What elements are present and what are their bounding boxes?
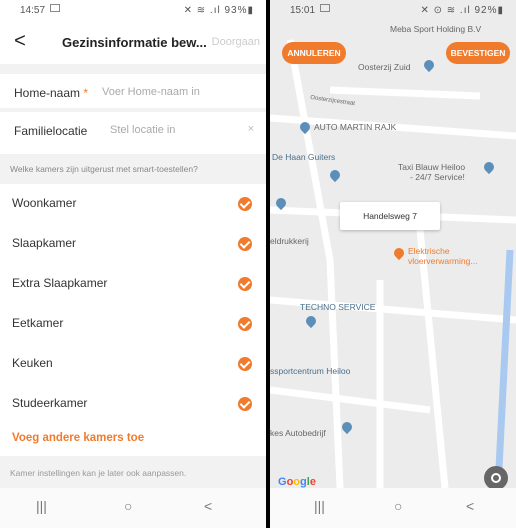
map-label-taxi-2: - 24/7 Service! <box>410 172 465 182</box>
map-label-elektrische-1: Elektrische <box>408 246 450 256</box>
screen-header: < Gezinsinformatie bew... Doorgaan <box>0 24 266 60</box>
family-location-label: Familielocatie <box>14 124 88 138</box>
status-bar: 15:01 ✕ ⊙ ≋ .ıl 92%▮ <box>270 0 516 22</box>
android-nav-bar: ||| ○ < <box>0 488 266 528</box>
map-view[interactable]: Meba Sport Holding B.V Oosterzij Zuid Oo… <box>270 0 516 488</box>
nav-back-button[interactable]: < <box>466 498 474 514</box>
room-item-studeerkamer[interactable]: Studeerkamer <box>0 384 266 424</box>
required-mark: * <box>83 86 89 100</box>
rooms-question-text: Welke kamers zijn uitgerust met smart-to… <box>10 164 198 174</box>
page-title: Gezinsinformatie bew... <box>62 35 207 50</box>
footer-note-band: Kamer instellingen kan je later ook aanp… <box>0 456 266 488</box>
section-divider <box>0 64 266 74</box>
nav-back-button[interactable]: < <box>204 498 212 514</box>
my-location-icon[interactable] <box>484 466 508 488</box>
room-item-extra-slaapkamer[interactable]: Extra Slaapkamer <box>0 264 266 304</box>
rooms-question: Welke kamers zijn uitgerust met smart-to… <box>0 154 266 184</box>
home-name-input[interactable]: Voer Home-naam in <box>102 86 200 98</box>
room-item-woonkamer[interactable]: Woonkamer <box>0 184 266 224</box>
map-label-elektrische-2: vloerverwarming... <box>408 256 478 266</box>
continue-button[interactable]: Doorgaan <box>212 36 260 48</box>
checkmark-icon[interactable] <box>238 317 252 331</box>
checkmark-icon[interactable] <box>238 197 252 211</box>
home-name-field[interactable]: Home-naam * Voer Home-naam in <box>0 74 266 108</box>
notification-icon <box>50 4 60 12</box>
room-item-eetkamer[interactable]: Eetkamer <box>0 304 266 344</box>
checkmark-icon[interactable] <box>238 277 252 291</box>
home-name-label: Home-naam * <box>14 86 89 100</box>
notification-icon <box>320 4 330 12</box>
family-info-screen: 14:57 ✕ ≋ .ıl 93%▮ < Gezinsinformatie be… <box>0 0 266 528</box>
map-label-auto-martin: AUTO MARTIN RAJK <box>314 122 397 132</box>
map-label-drukkerij: eldrukkerij <box>270 236 309 246</box>
home-button[interactable]: ○ <box>394 498 402 514</box>
room-name: Extra Slaapkamer <box>12 276 108 290</box>
clear-icon[interactable]: × <box>248 123 254 135</box>
location-picker-screen: Meba Sport Holding B.V Oosterzij Zuid Oo… <box>270 0 516 528</box>
room-name: Studeerkamer <box>12 396 88 410</box>
status-icons: ✕ ⊙ ≋ .ıl 92%▮ <box>420 5 504 16</box>
recents-button[interactable]: ||| <box>36 498 47 514</box>
map-label-de-haan: De Haan Guiters <box>272 152 336 162</box>
recents-button[interactable]: ||| <box>314 498 325 514</box>
add-rooms-link[interactable]: Voeg andere kamers toe <box>12 432 144 444</box>
map-label-autobedrijf: kes Autobedrijf <box>270 428 326 438</box>
status-bar: 14:57 ✕ ≋ .ıl 93%▮ <box>0 0 266 22</box>
checkmark-icon[interactable] <box>238 397 252 411</box>
map-label-meba: Meba Sport Holding B.V <box>390 24 482 34</box>
map-label-taxi-1: Taxi Blauw Heiloo <box>398 162 466 172</box>
checkmark-icon[interactable] <box>238 357 252 371</box>
status-icons: ✕ ≋ .ıl 93%▮ <box>183 5 254 16</box>
room-name: Eetkamer <box>12 316 64 330</box>
room-name: Woonkamer <box>12 196 77 210</box>
google-logo: Google <box>278 476 316 488</box>
room-name: Slaapkamer <box>12 236 77 250</box>
room-name: Keuken <box>12 356 53 370</box>
checkmark-icon[interactable] <box>238 237 252 251</box>
family-location-input[interactable]: Stel locatie in <box>110 124 175 136</box>
status-time: 14:57 <box>20 5 46 16</box>
confirm-button[interactable]: BEVESTIGEN <box>446 42 510 64</box>
family-location-field[interactable]: Familielocatie Stel locatie in × <box>0 112 266 146</box>
footer-note: Kamer instellingen kan je later ook aanp… <box>10 468 187 478</box>
status-time: 15:01 <box>290 5 316 16</box>
room-item-slaapkamer[interactable]: Slaapkamer <box>0 224 266 264</box>
map-label-techno: TECHNO SERVICE <box>300 302 376 312</box>
home-button[interactable]: ○ <box>124 498 132 514</box>
android-nav-bar: ||| ○ < <box>270 488 516 528</box>
cancel-button[interactable]: ANNULEREN <box>282 42 346 64</box>
address-card: Handelsweg 7 <box>340 202 440 230</box>
map-label-sportcentrum: ssportcentrum Heiloo <box>270 366 351 376</box>
back-arrow-icon[interactable]: < <box>10 30 30 53</box>
room-item-keuken[interactable]: Keuken <box>0 344 266 384</box>
map-label-oosterzij: Oosterzij Zuid <box>358 62 411 72</box>
